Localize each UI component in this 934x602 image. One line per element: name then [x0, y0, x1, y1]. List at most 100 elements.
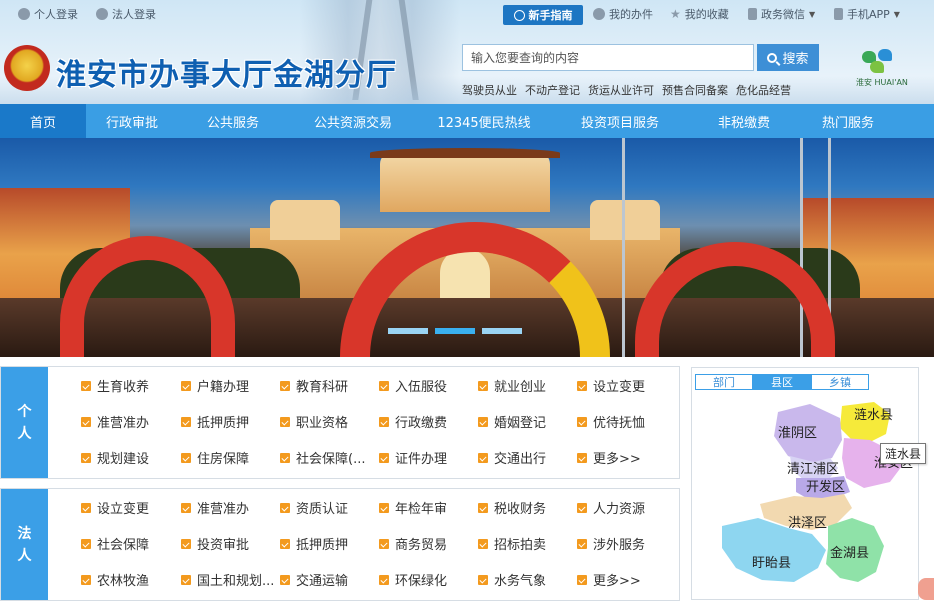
personal-service-link[interactable]: 行政缴费 — [379, 412, 447, 431]
carousel-dot[interactable] — [435, 328, 475, 334]
newbie-guide-button[interactable]: 新手指南 — [503, 5, 583, 25]
legal-service-link[interactable]: 招标拍卖 — [478, 534, 546, 553]
legal-service-link[interactable]: 设立变更 — [81, 498, 149, 517]
personal-service-link[interactable]: 户籍办理 — [181, 376, 249, 395]
hot-word[interactable]: 不动产登记 — [525, 82, 580, 98]
check-bullet-icon — [81, 380, 91, 391]
legal-service-link[interactable]: 投资审批 — [181, 534, 249, 553]
search-input[interactable]: 输入您要查询的内容 — [462, 44, 754, 71]
county-label[interactable]: 洪泽区 — [788, 512, 827, 531]
legal-service-link[interactable]: 人力资源 — [577, 498, 645, 517]
check-bullet-icon — [478, 380, 488, 391]
carousel-dot[interactable] — [388, 328, 428, 334]
hot-word[interactable]: 危化品经营 — [736, 82, 791, 98]
floating-widget[interactable] — [918, 578, 934, 600]
nav-item-public-resource[interactable]: 公共资源交易 — [288, 104, 418, 138]
county-label[interactable]: 涟水县 — [854, 404, 893, 423]
check-bullet-icon — [181, 452, 191, 463]
nav-item-12345-hotline[interactable]: 12345便民热线 — [418, 104, 550, 138]
search-button[interactable]: 搜索 — [757, 44, 819, 71]
check-bullet-icon — [478, 416, 488, 427]
my-favorites-link[interactable]: ★ 我的收藏 — [670, 6, 729, 22]
check-bullet-icon — [81, 538, 91, 549]
personal-service-label: 行政缴费 — [395, 416, 448, 431]
legal-service-link[interactable]: 交通运输 — [280, 570, 348, 589]
hot-word[interactable]: 货运从业许可 — [588, 82, 654, 98]
personal-service-link[interactable]: 入伍服役 — [379, 376, 447, 395]
personal-service-link[interactable]: 婚姻登记 — [478, 412, 546, 431]
user-icon — [18, 8, 30, 20]
legal-service-link[interactable]: 更多>> — [577, 570, 641, 589]
legal-service-link[interactable]: 年检年审 — [379, 498, 447, 517]
check-bullet-icon — [81, 452, 91, 463]
county-label[interactable]: 盱眙县 — [752, 552, 791, 571]
nav-item-hot-services[interactable]: 热门服务 — [798, 104, 898, 138]
carousel-dot[interactable] — [482, 328, 522, 334]
legal-service-link[interactable]: 商务贸易 — [379, 534, 447, 553]
county-label[interactable]: 金湖县 — [830, 542, 869, 561]
nav-item-public-service[interactable]: 公共服务 — [178, 104, 288, 138]
mobile-app-link[interactable]: 手机APP ▼ — [834, 6, 900, 22]
county-label[interactable]: 淮阴区 — [778, 422, 817, 441]
banner-carousel[interactable] — [0, 138, 934, 357]
check-bullet-icon — [280, 502, 290, 513]
county-label[interactable]: 清江浦区 — [787, 458, 839, 477]
personal-service-label: 准营准办 — [97, 416, 150, 431]
personal-service-link[interactable]: 准营准办 — [81, 412, 149, 431]
wechat-link[interactable]: 政务微信 ▼ — [748, 6, 815, 22]
county-map-panel: 部门 县区 乡镇 涟水县 淮阴区 淮安区 清江浦区 开发区 洪泽区 盱眙县 金湖… — [691, 367, 927, 600]
nav-item-non-tax-payment[interactable]: 非税缴费 — [690, 104, 798, 138]
personal-service-label: 住房保障 — [197, 452, 250, 467]
nav-item-admin-approval[interactable]: 行政审批 — [86, 104, 178, 138]
hot-word[interactable]: 驾驶员从业 — [462, 82, 517, 98]
national-emblem-logo — [4, 45, 50, 91]
check-bullet-icon — [577, 416, 587, 427]
legal-service-link[interactable]: 资质认证 — [280, 498, 348, 517]
legal-service-link[interactable]: 税收财务 — [478, 498, 546, 517]
personal-service-label: 就业创业 — [494, 380, 547, 395]
legal-service-label: 招标拍卖 — [494, 538, 547, 553]
nav-item-investment[interactable]: 投资项目服务 — [550, 104, 690, 138]
personal-service-label: 抵押质押 — [197, 416, 250, 431]
check-bullet-icon — [280, 574, 290, 585]
personal-service-link[interactable]: 住房保障 — [181, 448, 249, 467]
legal-service-label: 人力资源 — [593, 502, 646, 517]
nav-item-home[interactable]: 首页 — [0, 104, 86, 138]
check-bullet-icon — [379, 574, 389, 585]
personal-service-label: 优待抚恤 — [593, 416, 646, 431]
legal-service-link[interactable]: 抵押质押 — [280, 534, 348, 553]
hot-word[interactable]: 预售合同备案 — [662, 82, 728, 98]
personal-service-link[interactable]: 设立变更 — [577, 376, 645, 395]
personal-service-label: 更多>> — [593, 452, 641, 467]
personal-login-link[interactable]: 个人登录 — [18, 6, 78, 22]
personal-service-link[interactable]: 就业创业 — [478, 376, 546, 395]
personal-service-link[interactable]: 抵押质押 — [181, 412, 249, 431]
personal-service-link[interactable]: 交通出行 — [478, 448, 546, 467]
hot-search-words: 驾驶员从业 不动产登记 货运从业许可 预售合同备案 危化品经营 — [462, 82, 791, 98]
legal-service-link[interactable]: 国土和规划... — [181, 570, 274, 589]
legal-service-link[interactable]: 环保绿化 — [379, 570, 447, 589]
legal-label-char: 法 — [17, 525, 32, 542]
county-label[interactable]: 开发区 — [806, 476, 845, 495]
check-bullet-icon — [81, 416, 91, 427]
personal-service-link[interactable]: 规划建设 — [81, 448, 149, 467]
legal-service-link[interactable]: 水务气象 — [478, 570, 546, 589]
personal-service-link[interactable]: 优待抚恤 — [577, 412, 645, 431]
legal-service-label: 抵押质押 — [296, 538, 349, 553]
legal-service-link[interactable]: 社会保障 — [81, 534, 149, 553]
personal-service-link[interactable]: 生育收养 — [81, 376, 149, 395]
personal-service-link[interactable]: 证件办理 — [379, 448, 447, 467]
site-title[interactable]: 淮安市办事大厅金湖分厅 — [56, 50, 397, 94]
my-affairs-link[interactable]: 我的办件 — [593, 6, 653, 22]
legal-service-link[interactable]: 涉外服务 — [577, 534, 645, 553]
legal-service-label: 设立变更 — [97, 502, 150, 517]
personal-service-link[interactable]: 社会保障(... — [280, 448, 365, 467]
legal-service-link[interactable]: 农林牧渔 — [81, 570, 149, 589]
legal-services-tab[interactable]: 法 人 — [1, 489, 48, 600]
legal-service-link[interactable]: 准营准办 — [181, 498, 249, 517]
personal-service-link[interactable]: 更多>> — [577, 448, 641, 467]
personal-services-tab[interactable]: 个 人 — [1, 367, 48, 478]
personal-service-link[interactable]: 教育科研 — [280, 376, 348, 395]
personal-service-link[interactable]: 职业资格 — [280, 412, 348, 431]
legal-login-link[interactable]: 法人登录 — [96, 6, 156, 22]
